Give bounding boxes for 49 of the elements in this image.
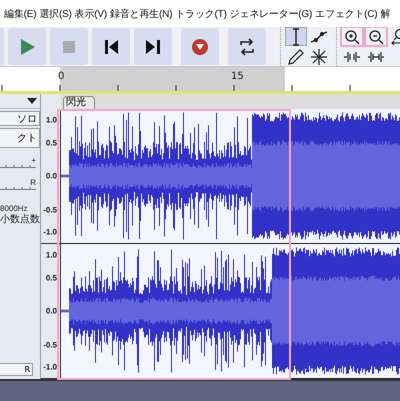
play-button[interactable]: [8, 28, 46, 65]
skip-end-icon: [144, 38, 162, 56]
timeline-label: 15: [231, 71, 244, 82]
timeline-label: 0: [58, 71, 64, 82]
skip-start-button[interactable]: [92, 28, 130, 65]
ruler-label: 0.5: [46, 138, 57, 147]
tick-scale: [0, 187, 36, 190]
menu-item[interactable]: エフェクト(C): [315, 6, 378, 20]
ruler-label: -1.0: [43, 362, 57, 372]
ruler-label: 1.0: [46, 250, 57, 260]
track-name-tab[interactable]: 閃光: [63, 96, 95, 109]
mute-button[interactable]: クト: [0, 128, 40, 148]
sample-rate-text: 8000Hz: [0, 203, 29, 214]
record-icon: [191, 38, 209, 56]
ruler-label: -1.0: [43, 228, 57, 237]
dropdown-arrow-icon[interactable]: [27, 98, 37, 104]
select-button[interactable]: R: [0, 363, 33, 376]
asterisk-icon: [310, 48, 328, 66]
loop-button[interactable]: [228, 28, 266, 65]
skip-end-button[interactable]: [134, 28, 172, 65]
loop-icon: [238, 38, 256, 56]
ruler-label: 1.0: [46, 115, 57, 124]
sample-format-text: 小数点数: [0, 214, 40, 225]
pencil-icon: [287, 48, 305, 66]
menu-item[interactable]: 編集(E): [4, 6, 36, 20]
ibeam-tool-button[interactable]: [285, 27, 307, 46]
skip-start-icon: [102, 38, 120, 56]
menu-item[interactable]: 録音と再生(N): [110, 6, 172, 20]
ruler-label: 0.0: [46, 172, 57, 180]
zoom-out-button[interactable]: [365, 27, 387, 46]
menu-item[interactable]: トラック(T): [175, 6, 227, 20]
menu-item[interactable]: 表示(V): [74, 6, 108, 20]
ruler-label: 0.0: [46, 306, 57, 316]
zoom-in-button[interactable]: [341, 27, 363, 46]
menu-item[interactable]: 解: [380, 6, 390, 20]
record-button[interactable]: [181, 28, 219, 65]
zoom-in-icon: [343, 28, 361, 46]
menu-item[interactable]: ジェネレーター(G): [230, 6, 312, 20]
pan-right-label: R: [29, 178, 37, 187]
solo-button[interactable]: ソロ: [0, 111, 40, 126]
gain-plus-label: +: [30, 156, 37, 165]
tick-scale: [0, 165, 36, 168]
ruler-label: -0.5: [43, 340, 57, 349]
zoom-out-icon: [367, 28, 385, 46]
play-icon: [18, 38, 36, 56]
menu-item[interactable]: 選択(S): [39, 6, 72, 20]
multi-tool-button[interactable]: [308, 47, 330, 66]
ruler-label: 0.5: [46, 273, 57, 282]
ruler-label: -0.5: [43, 205, 57, 214]
